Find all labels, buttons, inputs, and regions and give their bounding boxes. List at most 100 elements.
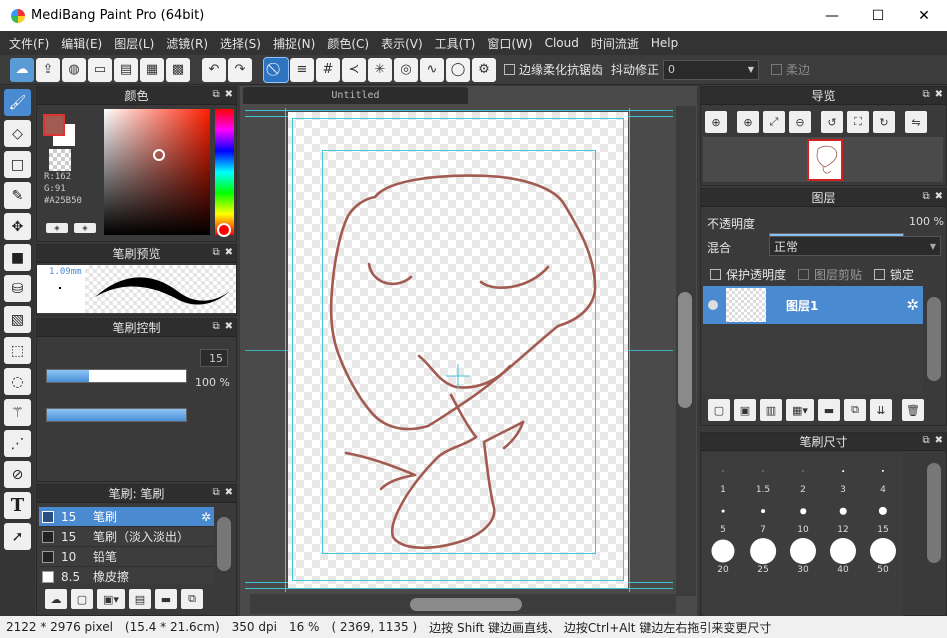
clipping-checkbox[interactable]	[798, 269, 809, 280]
blend-mode-select[interactable]: 正常 ▼	[769, 236, 941, 256]
brush-size-option[interactable]: 30	[783, 537, 823, 577]
soft-edge-checkbox[interactable]	[771, 64, 782, 75]
radial-snap-icon[interactable]: ✳	[368, 58, 392, 82]
transparent-color-swatch[interactable]	[49, 149, 71, 171]
flip-icon[interactable]: ⇋	[905, 111, 927, 133]
select-eraser-tool-icon[interactable]: ⊘	[4, 461, 31, 488]
actual-size-icon[interactable]: ⛶	[847, 111, 869, 133]
menu-snap[interactable]: 捕捉(N)	[267, 35, 321, 52]
brush-size-option[interactable]: 50	[863, 537, 903, 577]
vertical-scroll-thumb[interactable]	[678, 292, 692, 408]
circle-snap-icon[interactable]: ◯	[446, 58, 470, 82]
color-picker-handle[interactable]	[153, 149, 165, 161]
redo-icon[interactable]: ↷	[228, 58, 252, 82]
eyedropper-button[interactable]: ◈	[74, 223, 96, 233]
operation-tool-icon[interactable]: ➚	[4, 523, 31, 550]
move-tool-icon[interactable]: ✥	[4, 213, 31, 240]
merge-layer-icon[interactable]: ⇊	[870, 399, 892, 421]
protect-alpha-checkbox[interactable]	[710, 269, 721, 280]
eye-icon[interactable]	[708, 300, 718, 310]
cross-snap-icon[interactable]: #	[316, 58, 340, 82]
trash-icon[interactable]: 🗑	[902, 399, 924, 421]
canvas-vertical-scrollbar[interactable]	[676, 106, 696, 596]
new-brush-icon[interactable]: ▢	[71, 589, 93, 609]
close-icon[interactable]: ✖	[225, 487, 233, 498]
antialias-checkbox[interactable]	[504, 64, 515, 75]
undock-icon[interactable]: ⧉	[212, 89, 219, 100]
menu-layer[interactable]: 图层(L)	[108, 35, 160, 52]
menu-filter[interactable]: 滤镜(R)	[160, 35, 214, 52]
brush-size-scrollbar[interactable]	[927, 463, 941, 563]
menu-cloud[interactable]: Cloud	[539, 36, 585, 50]
brush-size-option[interactable]: 40	[823, 537, 863, 577]
text-tool-icon[interactable]: T	[4, 492, 31, 519]
material-icon[interactable]: ▦	[140, 58, 164, 82]
zoom-out-icon[interactable]: ⊖	[789, 111, 811, 133]
brush-size-option[interactable]: 10	[783, 497, 823, 537]
undock-icon[interactable]: ⧉	[922, 191, 929, 202]
grid-material-icon[interactable]: ▩	[166, 58, 190, 82]
menu-tool[interactable]: 工具(T)	[429, 35, 482, 52]
layer-list-scrollbar[interactable]	[927, 297, 941, 381]
brush-list-item[interactable]: 10 铅笔	[39, 547, 214, 567]
canvas-horizontal-scrollbar[interactable]	[250, 594, 676, 614]
brush-size-option[interactable]: 1.5	[743, 457, 783, 497]
brush-opacity-slider[interactable]	[46, 408, 187, 422]
navigator-preview[interactable]	[703, 137, 943, 182]
close-icon[interactable]: ✖	[935, 435, 943, 446]
close-icon[interactable]: ✖	[225, 321, 233, 332]
cloud-brush-icon[interactable]: ☁	[45, 589, 67, 609]
select-pen-tool-icon[interactable]: ⋰	[4, 430, 31, 457]
undock-icon[interactable]: ⧉	[212, 321, 219, 332]
cloud-upload-icon[interactable]: ⇪	[36, 58, 60, 82]
undock-icon[interactable]: ⧉	[212, 247, 219, 258]
gradient-tool-icon[interactable]: ▧	[4, 306, 31, 333]
brush-size-option[interactable]: 4	[863, 457, 903, 497]
fit-window-icon[interactable]: ⤢	[763, 111, 785, 133]
undock-icon[interactable]: ⧉	[922, 435, 929, 446]
zoom-fit-icon[interactable]: ⊕	[705, 111, 727, 133]
speech-bubble-icon[interactable]: ◍	[62, 58, 86, 82]
menu-select[interactable]: 选择(S)	[214, 35, 267, 52]
canvas-area[interactable]: Untitled	[240, 86, 697, 616]
minimize-button[interactable]: —	[809, 0, 855, 31]
brush-size-option[interactable]: 1	[703, 457, 743, 497]
menu-edit[interactable]: 编辑(E)	[55, 35, 108, 52]
saturation-value-picker[interactable]	[104, 109, 210, 235]
hue-slider[interactable]	[215, 109, 234, 235]
brush-list-item[interactable]: 15 笔刷 ✲	[39, 507, 214, 527]
duplicate-layer-icon[interactable]: ⧉	[844, 399, 866, 421]
hue-handle[interactable]	[217, 223, 231, 237]
cloud-icon[interactable]: ☁	[10, 58, 34, 82]
add-layer-menu-icon[interactable]: ▦▾	[786, 399, 814, 421]
stabilizer-select[interactable]: 0 ▼	[663, 60, 759, 80]
brush-size-slider[interactable]	[46, 369, 187, 383]
menu-window[interactable]: 窗口(W)	[481, 35, 538, 52]
navigator-viewport[interactable]	[807, 139, 843, 181]
parallel-snap-icon[interactable]: ≡	[290, 58, 314, 82]
dot-tool-icon[interactable]: ✎	[4, 182, 31, 209]
gear-icon[interactable]: ✲	[201, 510, 211, 524]
brush-size-option[interactable]: 25	[743, 537, 783, 577]
menu-view[interactable]: 表示(V)	[375, 35, 429, 52]
magic-wand-tool-icon[interactable]: ⚚	[4, 399, 31, 426]
snap-off-icon[interactable]: ⃠	[264, 58, 288, 82]
document-tab[interactable]: Untitled	[243, 87, 468, 104]
snap-settings-icon[interactable]: ⚙	[472, 58, 496, 82]
brush-tool-icon[interactable]: 🖌	[4, 89, 31, 116]
brush-size-option[interactable]: 2	[783, 457, 823, 497]
rotate-left-icon[interactable]: ↺	[821, 111, 843, 133]
brush-properties-icon[interactable]: ▤	[129, 589, 151, 609]
layer-row[interactable]: 图层1 ✲	[703, 286, 923, 324]
menu-file[interactable]: 文件(F)	[3, 35, 55, 52]
concentric-snap-icon[interactable]: ◎	[394, 58, 418, 82]
maximize-button[interactable]: ☐	[855, 0, 901, 31]
new-8bit-layer-icon[interactable]: ▣	[734, 399, 756, 421]
close-icon[interactable]: ✖	[935, 191, 943, 202]
palette-button[interactable]: ◈	[46, 223, 68, 233]
menu-timelapse[interactable]: 时间流逝	[585, 35, 645, 52]
folder-icon[interactable]: ▬	[818, 399, 840, 421]
bucket-tool-icon[interactable]: ⛁	[4, 275, 31, 302]
document-icon[interactable]: ▤	[114, 58, 138, 82]
close-button[interactable]: ✕	[901, 0, 947, 31]
